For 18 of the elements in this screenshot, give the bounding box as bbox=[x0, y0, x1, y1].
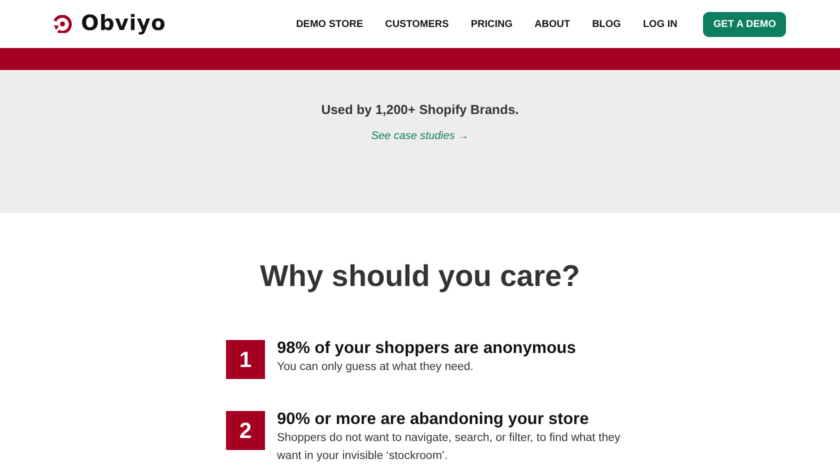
number-badge: 1 bbox=[226, 340, 265, 379]
nav-link[interactable]: CUSTOMERS bbox=[385, 16, 449, 32]
number-badge: 2 bbox=[226, 411, 265, 450]
reason-text: Shoppers do not want to navigate, search, or filter, to find what they want in your invisible ‘stockroom’. bbox=[277, 430, 622, 464]
nav-link[interactable]: BLOG bbox=[592, 16, 621, 32]
get-demo-button[interactable]: GET A DEMO bbox=[703, 12, 786, 36]
nav-link[interactable]: ABOUT bbox=[534, 16, 570, 32]
case-studies-link[interactable]: See case studies → bbox=[371, 128, 469, 144]
proof-text: Used by 1,200+ Shopify Brands. bbox=[321, 101, 519, 119]
nav-link[interactable]: PRICING bbox=[470, 16, 512, 32]
reason-title: 98% of your shoppers are anonymous bbox=[277, 339, 576, 359]
reason-text: You can only guess at what they need. bbox=[277, 360, 474, 375]
logo-icon bbox=[52, 15, 73, 33]
section-heading: Why should you care? bbox=[258, 259, 582, 295]
nav-link[interactable]: LOG IN bbox=[642, 16, 678, 32]
nav-link[interactable]: DEMO STORE bbox=[296, 16, 364, 32]
logo-text: Obviyo bbox=[81, 10, 166, 38]
reason-title: 90% or more are abandoning your store bbox=[277, 410, 590, 430]
